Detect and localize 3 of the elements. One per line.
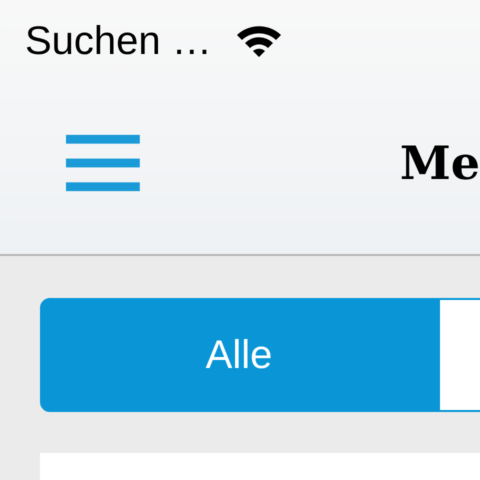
segment-tab[interactable]: Alle: [40, 298, 438, 412]
carrier-text: Suchen …: [25, 18, 212, 65]
page-title: Me: [400, 134, 480, 192]
